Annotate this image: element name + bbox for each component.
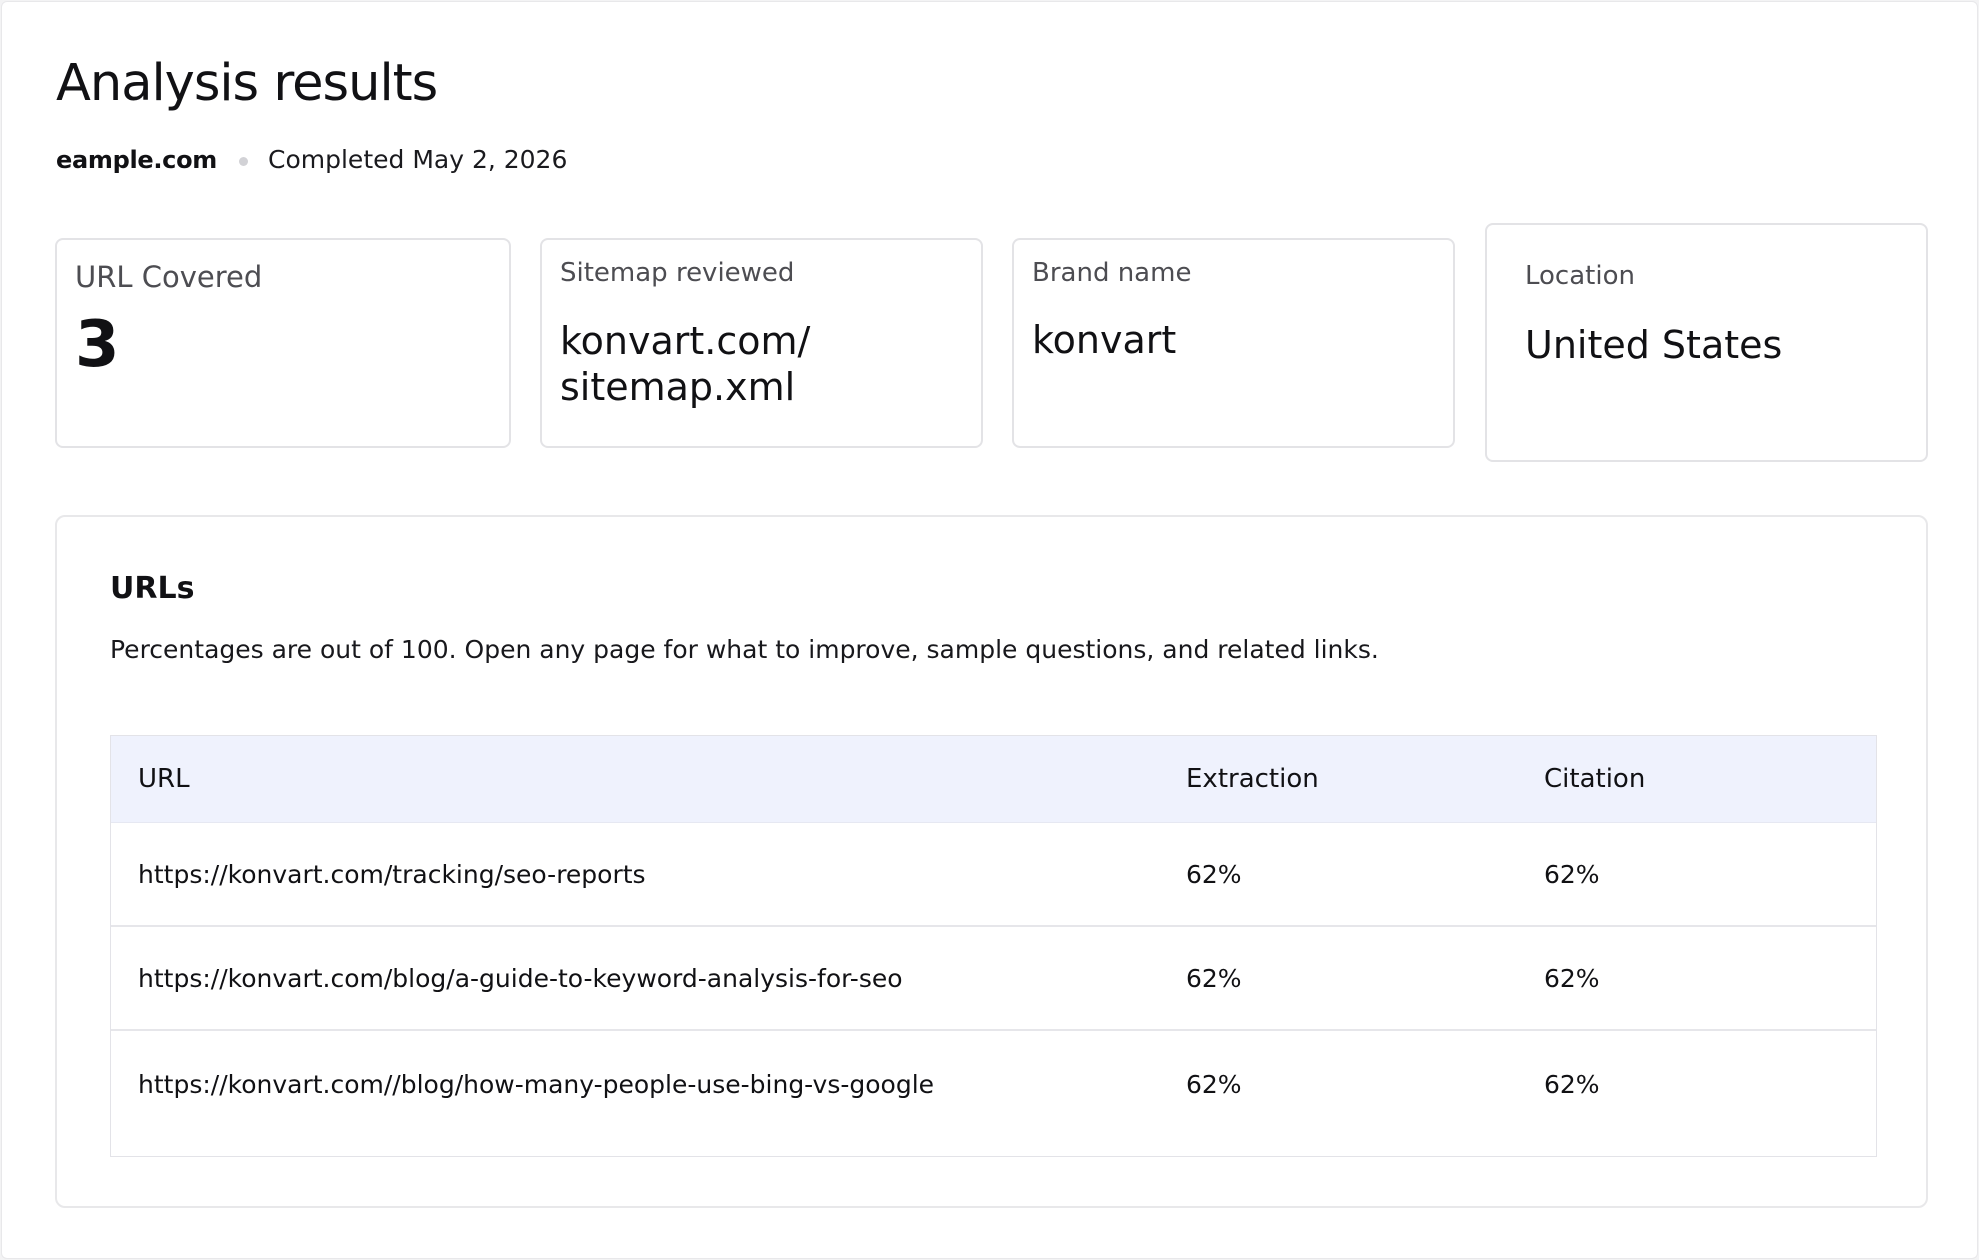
- separator-dot: [239, 157, 249, 166]
- url-covered-value: 3: [75, 308, 120, 382]
- column-header-extraction: Extraction: [1186, 764, 1319, 794]
- brand-name-value: konvart: [1032, 318, 1177, 362]
- location-card: Location United States: [1485, 223, 1928, 462]
- table-header: URL Extraction Citation: [111, 736, 1876, 823]
- row-citation: 62%: [1544, 859, 1600, 889]
- table-row[interactable]: https://konvart.com//blog/how-many-peopl…: [111, 1031, 1876, 1137]
- analysis-meta: eample.com Completed May 2, 2026: [56, 145, 567, 174]
- row-extraction: 62%: [1186, 963, 1242, 993]
- sitemap-value: konvart.com/ sitemap.xml: [560, 319, 811, 409]
- urls-description: Percentages are out of 100. Open any pag…: [110, 635, 1379, 664]
- analyzed-domain: eample.com: [56, 145, 218, 174]
- row-url[interactable]: https://konvart.com/tracking/seo-reports: [111, 860, 1186, 889]
- completed-date: Completed May 2, 2026: [268, 145, 568, 174]
- url-covered-label: URL Covered: [75, 260, 263, 294]
- row-citation: 62%: [1544, 963, 1600, 993]
- row-citation: 62%: [1544, 1069, 1600, 1099]
- analysis-page: Analysis results eample.com Completed Ma…: [1, 1, 1978, 1259]
- url-covered-card: URL Covered 3: [55, 238, 511, 448]
- row-extraction: 62%: [1186, 859, 1242, 889]
- row-url[interactable]: https://konvart.com//blog/how-many-peopl…: [111, 1070, 1186, 1099]
- location-label: Location: [1525, 261, 1635, 291]
- brand-name-label: Brand name: [1032, 258, 1192, 288]
- location-value: United States: [1525, 323, 1783, 367]
- table-row[interactable]: https://konvart.com/tracking/seo-reports…: [111, 823, 1876, 927]
- row-url[interactable]: https://konvart.com/blog/a-guide-to-keyw…: [111, 964, 1186, 993]
- urls-section-title: URLs: [110, 571, 195, 606]
- page-title: Analysis results: [56, 54, 438, 113]
- column-header-citation: Citation: [1544, 764, 1646, 794]
- row-extraction: 62%: [1186, 1069, 1242, 1099]
- sitemap-card: Sitemap reviewed konvart.com/ sitemap.xm…: [540, 238, 983, 448]
- column-header-url: URL: [138, 764, 190, 794]
- urls-table: URL Extraction Citation https://konvart.…: [110, 735, 1877, 1157]
- brand-name-card: Brand name konvart: [1012, 238, 1455, 448]
- urls-panel: URLs Percentages are out of 100. Open an…: [55, 515, 1928, 1208]
- sitemap-label: Sitemap reviewed: [560, 258, 795, 288]
- table-row[interactable]: https://konvart.com/blog/a-guide-to-keyw…: [111, 927, 1876, 1031]
